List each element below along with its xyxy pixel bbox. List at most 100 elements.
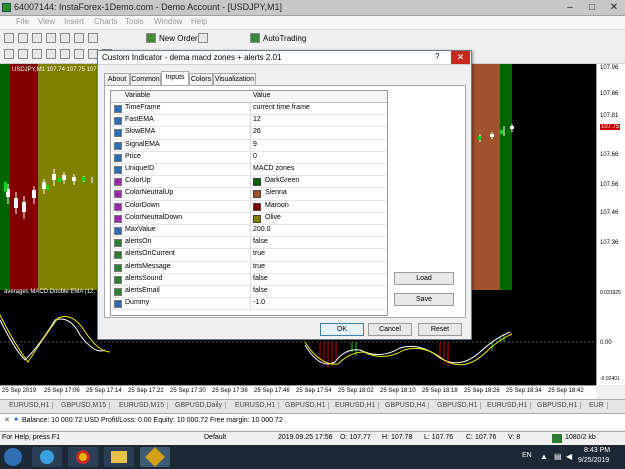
vertical-line-icon[interactable] <box>32 49 42 59</box>
price-tick: 107.86 <box>600 91 619 97</box>
param-row-alertsoncurrent[interactable]: alertsOnCurrent true <box>111 249 387 262</box>
param-row-colordown[interactable]: ColorDown Maroon <box>111 200 387 213</box>
trendline-icon[interactable] <box>60 49 70 59</box>
param-row-alertsemail[interactable]: alertsEmail false <box>111 286 387 299</box>
chart-tab[interactable]: EURUSD,H1 <box>484 402 532 409</box>
chart-tab[interactable]: GBPUSD,H1 <box>434 402 482 409</box>
chart-tab[interactable]: EURUSD,H1 <box>232 402 280 409</box>
horizontal-line-icon[interactable] <box>46 49 56 59</box>
load-button[interactable]: Load <box>394 272 454 285</box>
param-row-maxvalue[interactable]: MaxValue 200.0 <box>111 225 387 238</box>
param-value[interactable]: Olive <box>265 214 281 221</box>
tray-arrow-icon[interactable]: ▲ <box>540 452 548 461</box>
crosshair-icon[interactable] <box>18 49 28 59</box>
param-row-colorneutralup[interactable]: ColorNeutralUp Sienna <box>111 188 387 201</box>
language-indicator[interactable]: EN <box>522 452 532 459</box>
param-value[interactable]: true <box>253 263 265 270</box>
param-value[interactable]: 9 <box>253 141 257 148</box>
reset-button[interactable]: Reset <box>418 323 462 336</box>
param-row-dummy[interactable]: Dummy -1.0 <box>111 298 387 311</box>
param-row-alertson[interactable]: alertsOn false <box>111 237 387 250</box>
channel-icon[interactable] <box>74 49 84 59</box>
param-row-colorneutraldown[interactable]: ColorNeutralDown Olive <box>111 212 387 225</box>
chart-tab[interactable]: EUR <box>586 402 608 409</box>
menu-insert[interactable]: Insert <box>64 17 84 26</box>
new-chart-icon[interactable] <box>4 33 14 43</box>
menu-window[interactable]: Window <box>154 17 182 26</box>
autotrading-button[interactable]: AutoTrading <box>263 34 306 43</box>
chart-tab[interactable]: EURUSD,H1 <box>332 402 380 409</box>
status-datetime: 2019.09.25 17:56 <box>278 434 333 441</box>
menu-help[interactable]: Help <box>191 17 207 26</box>
param-value[interactable]: DarkGreen <box>265 177 299 184</box>
navigator-icon[interactable] <box>60 33 70 43</box>
chart-tab[interactable]: GBPUSD,M15 <box>58 402 111 409</box>
param-value[interactable]: 200.0 <box>253 226 271 233</box>
close-icon[interactable]: ✕ <box>604 1 624 14</box>
explorer-icon[interactable] <box>104 447 134 467</box>
indicator-tick: 0.00 <box>600 340 612 346</box>
param-row-alertsmessage[interactable]: alertsMessage true <box>111 261 387 274</box>
column-divider <box>250 273 251 286</box>
new-order-icon[interactable] <box>146 33 156 43</box>
terminal-close-icon[interactable]: ✕ <box>4 416 10 424</box>
param-row-signalema[interactable]: SignalEMA 9 <box>111 139 387 152</box>
metatrader-icon[interactable] <box>140 447 170 467</box>
param-row-timeframe[interactable]: TimeFrame current time frame <box>111 103 387 116</box>
param-value[interactable]: Sienna <box>265 189 287 196</box>
volume-icon[interactable]: ◀ <box>566 452 572 461</box>
param-row-slowema[interactable]: SlowEMA 26 <box>111 127 387 140</box>
profiles-icon[interactable] <box>18 33 28 43</box>
param-name: TimeFrame <box>125 104 161 111</box>
clock-date[interactable]: 9/25/2019 <box>578 457 609 464</box>
param-value[interactable]: 12 <box>253 116 261 123</box>
chart-tab[interactable]: GBPUSD,H1 <box>534 402 582 409</box>
param-value[interactable]: false <box>253 287 268 294</box>
chrome-icon[interactable] <box>68 447 98 467</box>
param-value[interactable]: false <box>253 238 268 245</box>
menu-file[interactable]: File <box>16 17 29 26</box>
ie-icon[interactable] <box>32 447 62 467</box>
market-watch-icon[interactable] <box>32 33 42 43</box>
param-value[interactable]: 0 <box>253 153 257 160</box>
data-window-icon[interactable] <box>46 33 56 43</box>
param-value[interactable]: true <box>253 250 265 257</box>
cancel-button[interactable]: Cancel <box>368 323 412 336</box>
param-row-price[interactable]: Price 0 <box>111 151 387 164</box>
tab-inputs[interactable]: Inputs <box>161 71 189 86</box>
dialog-close-icon[interactable]: ✕ <box>451 51 470 64</box>
chart-tab[interactable]: GBPUSD,Daily <box>172 402 227 409</box>
clock-time[interactable]: 8:43 PM <box>584 447 610 454</box>
param-value[interactable]: 26 <box>253 128 261 135</box>
menu-tools[interactable]: Tools <box>125 17 144 26</box>
tester-icon[interactable] <box>88 33 98 43</box>
time-tick: 25 Sep 18:42 <box>548 388 584 394</box>
new-order-button[interactable]: New Order <box>159 34 198 43</box>
param-value[interactable]: -1.0 <box>253 299 265 306</box>
menu-charts[interactable]: Charts <box>94 17 118 26</box>
ok-button[interactable]: OK <box>320 323 364 336</box>
menu-view[interactable]: View <box>38 17 55 26</box>
terminal-icon[interactable] <box>74 33 84 43</box>
save-button[interactable]: Save <box>394 293 454 306</box>
param-value[interactable]: MACD zones <box>253 165 294 172</box>
chart-tab[interactable]: EURUSD,M15 <box>116 402 169 409</box>
param-value[interactable]: Maroon <box>265 202 289 209</box>
param-row-fastema[interactable]: FastEMA 12 <box>111 115 387 128</box>
param-row-alertssound[interactable]: alertsSound false <box>111 273 387 286</box>
start-icon[interactable] <box>4 448 22 466</box>
help-icon[interactable]: ? <box>435 52 439 61</box>
metaeditor-icon[interactable] <box>198 33 208 43</box>
param-value[interactable]: false <box>253 275 268 282</box>
chart-tab[interactable]: GBPUSD,H1 <box>282 402 330 409</box>
param-value[interactable]: current time frame <box>253 104 310 111</box>
param-row-uniqueid[interactable]: UniqueID MACD zones <box>111 164 387 177</box>
minimize-icon[interactable]: – <box>560 1 580 14</box>
cursor-icon[interactable] <box>4 49 14 59</box>
autotrading-icon[interactable] <box>250 33 260 43</box>
chart-tab[interactable]: GBPUSD,H4 <box>382 402 430 409</box>
param-row-colorup[interactable]: ColorUp DarkGreen <box>111 176 387 189</box>
network-icon[interactable]: ▤ <box>554 452 562 461</box>
maximize-icon[interactable]: □ <box>582 1 602 14</box>
chart-tab[interactable]: EURUSD,H1 <box>6 402 54 409</box>
